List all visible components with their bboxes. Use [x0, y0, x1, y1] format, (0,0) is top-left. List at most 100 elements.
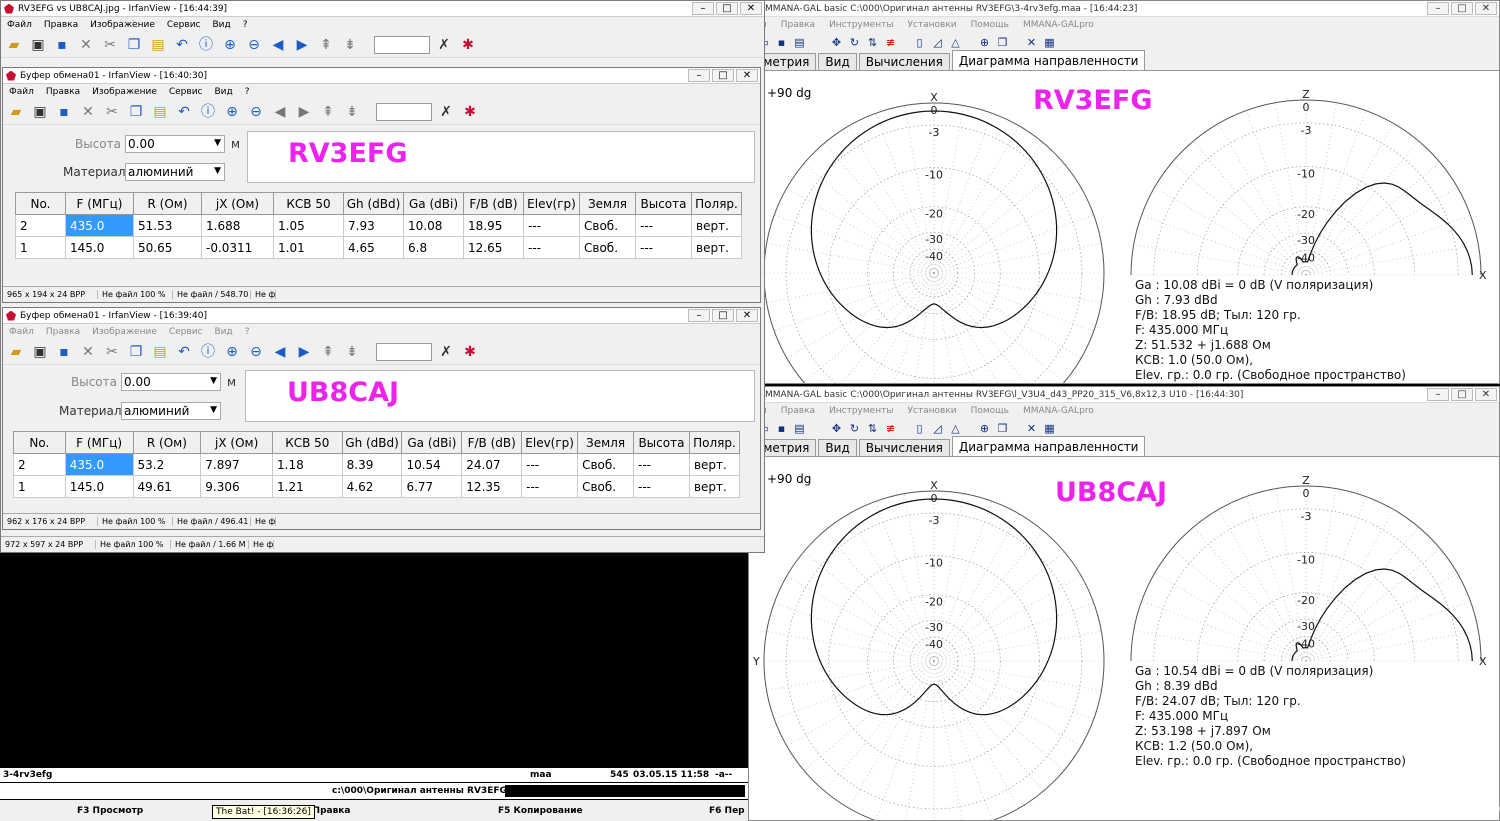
copy-icon[interactable]: ❐	[996, 36, 1009, 49]
last-page-icon[interactable]: ⇟	[340, 35, 360, 55]
thumbnails-icon[interactable]: ▣	[30, 102, 50, 122]
save-icon[interactable]: ▪	[54, 102, 74, 122]
menu-service[interactable]: Сервис	[169, 327, 203, 337]
close-icon[interactable]: ✕	[740, 2, 762, 15]
zoom-in-icon[interactable]: ⊕	[222, 342, 242, 362]
move-icon[interactable]: ✥	[830, 36, 843, 49]
menu-help[interactable]: Помощь	[971, 406, 1009, 416]
table-row[interactable]: 2 435.0 51.53 1.688 1.05 7.93 10.08 18.9…	[15, 214, 742, 237]
zoom-out-icon[interactable]: ⊖	[246, 102, 266, 122]
material-select[interactable]: алюминий ▼	[121, 402, 221, 420]
menu-view[interactable]: Вид	[215, 87, 233, 97]
rotate-icon[interactable]: ↻	[848, 422, 861, 435]
height-input[interactable]: 0.00 ▼	[125, 135, 225, 153]
first-page-icon[interactable]: ⇞	[316, 35, 336, 55]
undo-icon[interactable]: ↶	[174, 342, 194, 362]
menu-pro[interactable]: MMANA-GALpro	[1023, 20, 1094, 30]
target-icon[interactable]: ⊕	[978, 36, 991, 49]
copy-icon[interactable]: ❐	[124, 35, 144, 55]
triangle-icon[interactable]: △	[949, 422, 962, 435]
exit-icon[interactable]: ✱	[460, 342, 480, 362]
command-line[interactable]: c:\000\Оригинал антенны RV3EFG>	[0, 783, 748, 799]
next-icon[interactable]: ▶	[294, 102, 314, 122]
paste-icon[interactable]: ▤	[148, 35, 168, 55]
delete-icon[interactable]: ✕	[78, 342, 98, 362]
delete-icon[interactable]: ✕	[76, 35, 96, 55]
tools-icon[interactable]: ✕	[1025, 422, 1038, 435]
last-page-icon[interactable]: ⇟	[342, 342, 362, 362]
menu-settings[interactable]: Установки	[907, 20, 956, 30]
menu-help[interactable]: ?	[245, 327, 250, 337]
minimize-icon[interactable]: –	[688, 309, 710, 322]
menu-edit[interactable]: Правка	[46, 87, 80, 97]
doc-icon[interactable]: ▯	[913, 422, 926, 435]
menu-edit[interactable]: Правка	[781, 20, 815, 30]
settings-icon[interactable]: ✗	[434, 35, 454, 55]
tab-view[interactable]: Вид	[818, 53, 857, 70]
calc-icon[interactable]: ▦	[1043, 36, 1056, 49]
calc-icon[interactable]: ▦	[1043, 422, 1056, 435]
minimize-icon[interactable]: –	[1427, 2, 1449, 15]
menu-service[interactable]: Сервис	[167, 20, 201, 30]
chart-icon[interactable]: ◿	[931, 36, 944, 49]
menu-image[interactable]: Изображение	[92, 327, 157, 337]
cut-icon[interactable]: ✂	[100, 35, 120, 55]
first-page-icon[interactable]: ⇞	[318, 342, 338, 362]
target-icon[interactable]: ⊕	[978, 422, 991, 435]
print-icon[interactable]: ▤	[793, 36, 806, 49]
menu-edit[interactable]: Правка	[46, 327, 80, 337]
close-icon[interactable]: ✕	[736, 69, 758, 82]
print-icon[interactable]: ▤	[793, 422, 806, 435]
save-icon[interactable]: ▪	[52, 35, 72, 55]
paste-icon[interactable]: ▤	[150, 342, 170, 362]
fkey-f6[interactable]: F6 Пер	[709, 806, 745, 816]
page-input[interactable]	[376, 102, 432, 121]
thumbnails-icon[interactable]: ▣	[28, 35, 48, 55]
thumbnails-icon[interactable]: ▣	[30, 342, 50, 362]
undo-icon[interactable]: ↶	[172, 35, 192, 55]
table-row[interactable]: 1 145.0 50.65 -0.0311 1.01 4.65 6.8 12.6…	[15, 236, 742, 259]
fkey-f5[interactable]: F5 Копирование	[498, 806, 583, 816]
mmana-window-top[interactable]: MMANA-GAL basic C:\000\Оригинал антенны …	[748, 0, 1500, 384]
cut-icon[interactable]: ✂	[102, 102, 122, 122]
close-icon[interactable]: ✕	[736, 309, 758, 322]
maximize-icon[interactable]: □	[712, 309, 734, 322]
tab-pattern[interactable]: Диаграмма направленности	[951, 436, 1146, 456]
fkey-f3[interactable]: F3 Просмотр	[77, 806, 143, 816]
minimize-icon[interactable]: –	[688, 69, 710, 82]
next-icon[interactable]: ▶	[292, 35, 312, 55]
mirror-icon[interactable]: ⇅	[866, 422, 879, 435]
cut-icon[interactable]: ✂	[102, 342, 122, 362]
open-folder-icon[interactable]: ▰	[6, 102, 26, 122]
zoom-in-icon[interactable]: ⊕	[222, 102, 242, 122]
menu-file[interactable]: Файл	[7, 20, 32, 30]
save-icon[interactable]: ▪	[775, 36, 788, 49]
zoom-in-icon[interactable]: ⊕	[220, 35, 240, 55]
page-input[interactable]	[376, 342, 432, 361]
info-icon[interactable]: ⓘ	[196, 35, 216, 55]
close-icon[interactable]: ✕	[1475, 2, 1497, 15]
menu-view[interactable]: Вид	[213, 20, 231, 30]
prev-icon[interactable]: ◀	[268, 35, 288, 55]
exit-icon[interactable]: ✱	[460, 102, 480, 122]
maximize-icon[interactable]: □	[712, 69, 734, 82]
first-page-icon[interactable]: ⇞	[318, 102, 338, 122]
menu-tools[interactable]: Инструменты	[829, 406, 893, 416]
prev-icon[interactable]: ◀	[270, 102, 290, 122]
minimize-icon[interactable]: –	[1427, 388, 1449, 401]
menu-image[interactable]: Изображение	[90, 20, 155, 30]
tab-compute[interactable]: Вычисления	[858, 53, 950, 70]
page-input[interactable]	[374, 35, 430, 54]
clip1-titlebar[interactable]: Буфер обмена01 - IrfanView - [16:40:30] …	[3, 68, 760, 84]
menu-image[interactable]: Изображение	[92, 87, 157, 97]
save-icon[interactable]: ▪	[775, 422, 788, 435]
height-input[interactable]: 0.00 ▼	[121, 373, 221, 391]
info-icon[interactable]: ⓘ	[198, 102, 218, 122]
main-titlebar[interactable]: RV3EFG vs UB8CAJ.jpg - IrfanView - [16:4…	[1, 1, 764, 17]
close-icon[interactable]: ✕	[1475, 388, 1497, 401]
prev-icon[interactable]: ◀	[270, 342, 290, 362]
menu-help[interactable]: Помощь	[971, 20, 1009, 30]
save-icon[interactable]: ▪	[54, 342, 74, 362]
clip2-titlebar[interactable]: Буфер обмена01 - IrfanView - [16:39:40] …	[3, 308, 760, 324]
tab-pattern[interactable]: Диаграмма направленности	[951, 50, 1146, 70]
